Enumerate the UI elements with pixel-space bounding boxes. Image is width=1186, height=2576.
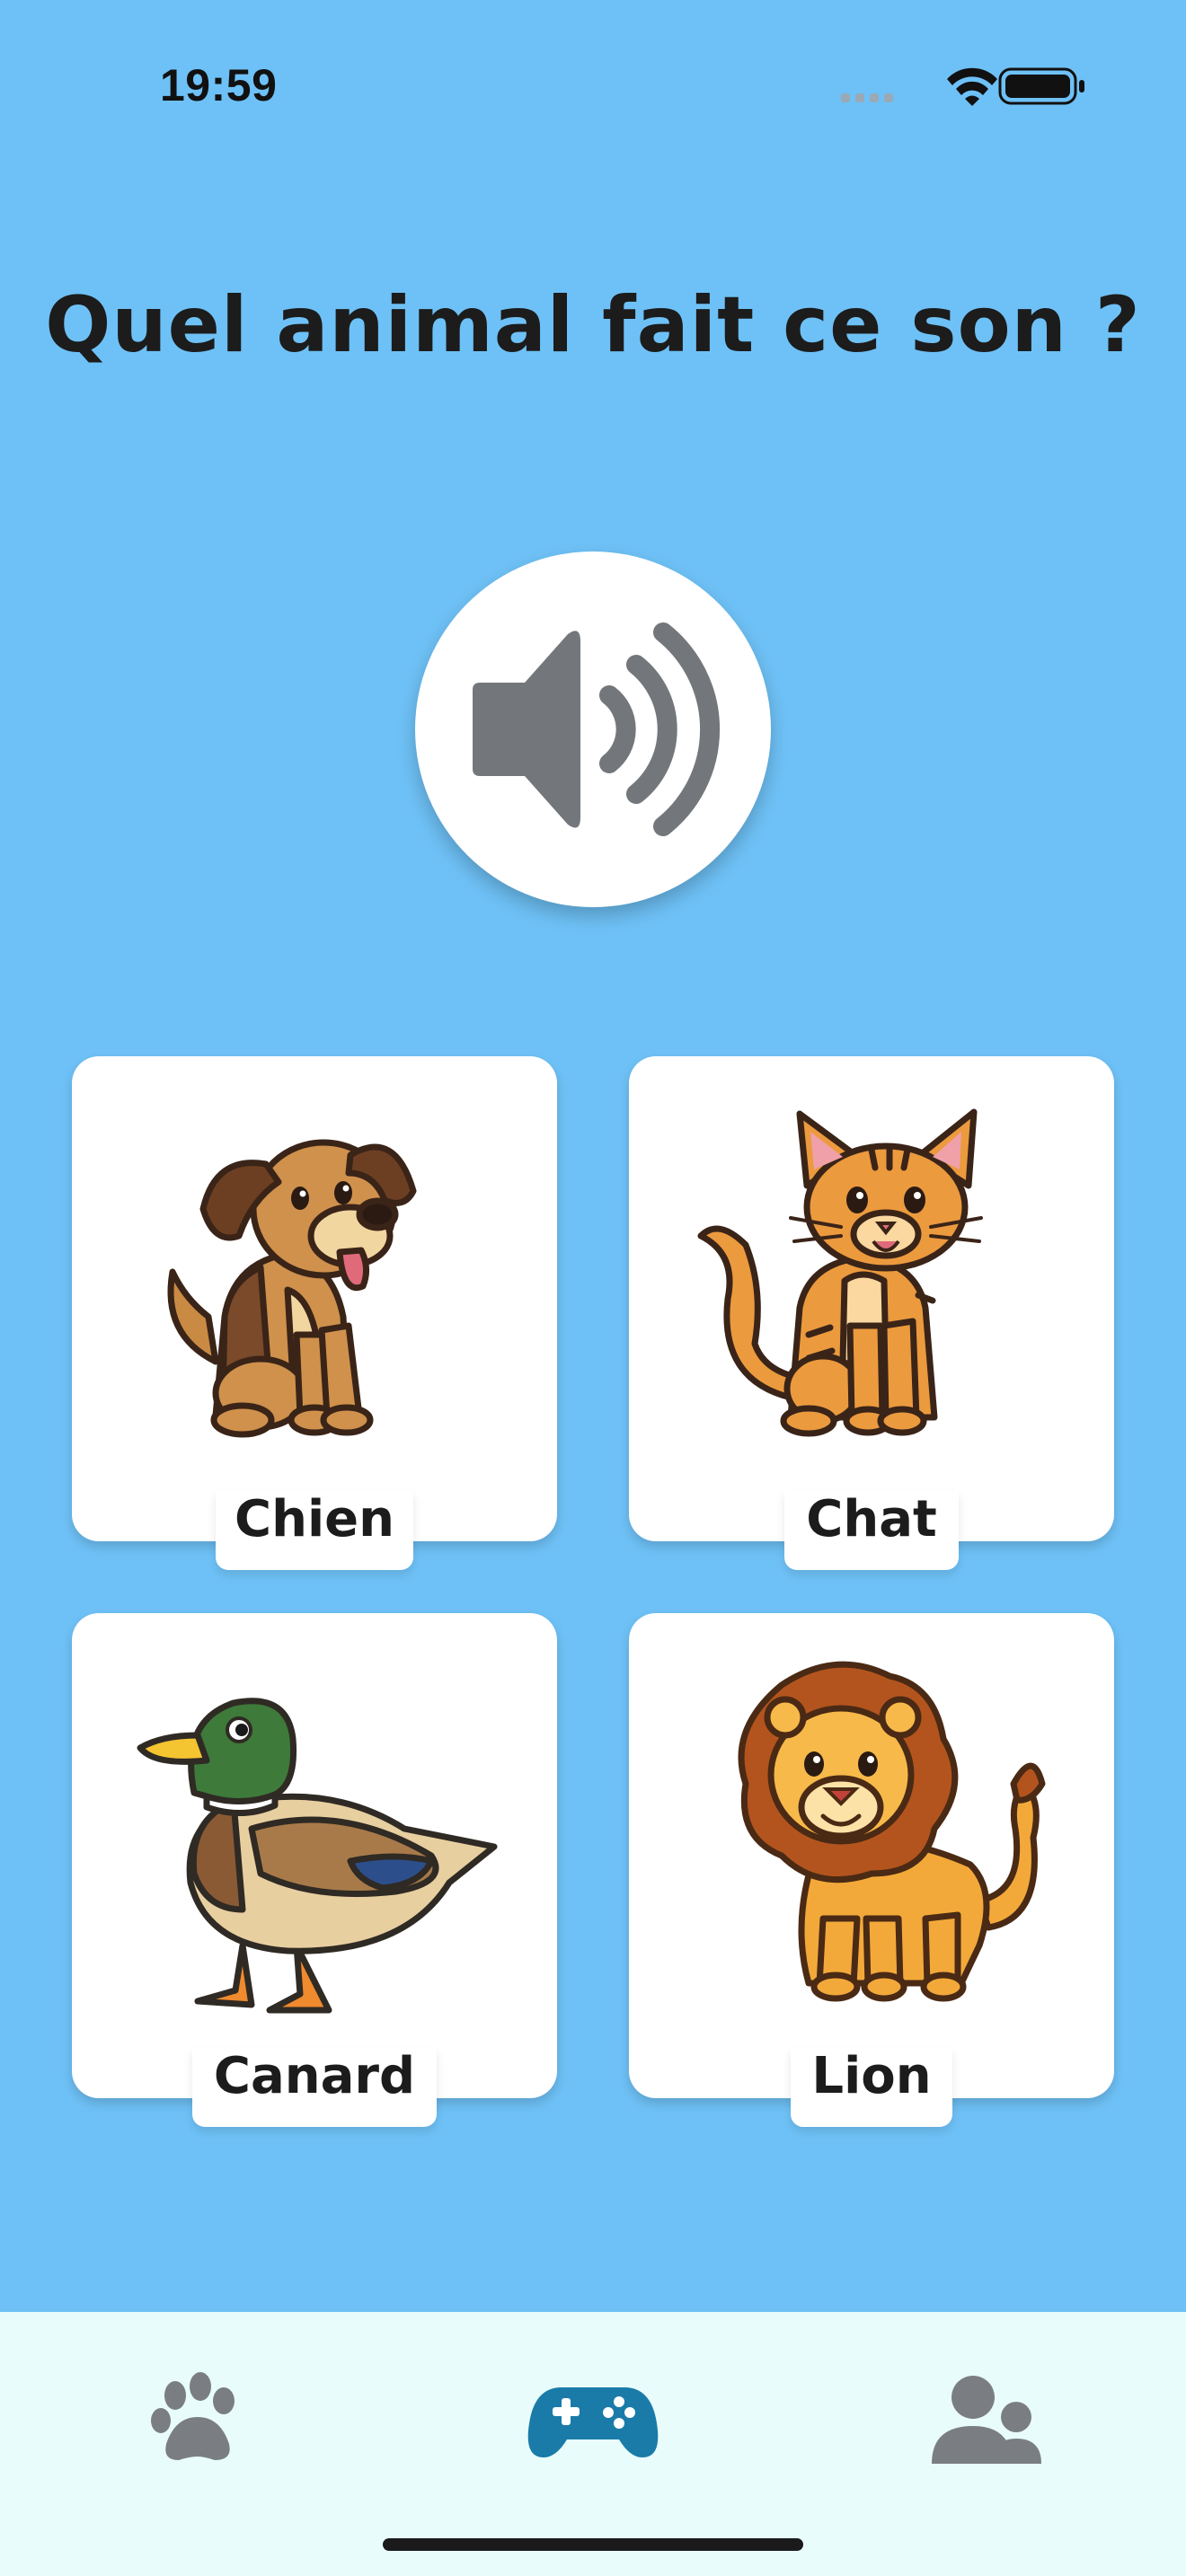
speaker-wave-icon: [473, 622, 721, 836]
status-indicators: [836, 63, 1087, 108]
choice-label: Canard: [213, 2047, 416, 2105]
choice-label-tab-dog: Chien: [216, 1491, 413, 1570]
choice-label: Chien: [234, 1490, 394, 1548]
gamepad-icon: [527, 2387, 659, 2457]
tab-animals[interactable]: [126, 2357, 270, 2483]
choice-card-lion[interactable]: [629, 1613, 1114, 2098]
users-icon: [932, 2376, 1041, 2464]
question-title: Quel animal fait ce son ?: [45, 280, 1141, 370]
play-sound-button[interactable]: [415, 551, 771, 907]
choice-label: Lion: [811, 2047, 932, 2105]
wifi-icon: [947, 67, 997, 106]
duck-illustration: [137, 1698, 498, 2014]
paw-icon: [151, 2372, 235, 2460]
choice-card-cat[interactable]: [629, 1056, 1114, 1541]
tab-profiles[interactable]: [916, 2357, 1060, 2483]
choice-label: Chat: [806, 1490, 937, 1548]
choice-card-dog[interactable]: [72, 1056, 557, 1541]
status-time: 19:59: [160, 60, 278, 110]
choice-label-tab-duck: Canard: [192, 2048, 437, 2127]
choice-card-duck[interactable]: [72, 1613, 557, 2098]
tab-bar: [0, 2312, 1186, 2576]
dog-illustration: [167, 1139, 417, 1438]
lion-illustration: [738, 1661, 1046, 2002]
cat-illustration: [697, 1108, 983, 1437]
tab-game[interactable]: [521, 2357, 665, 2483]
choice-label-tab-lion: Lion: [791, 2048, 952, 2127]
choice-label-tab-cat: Chat: [784, 1491, 959, 1570]
home-indicator: [383, 2538, 803, 2551]
battery-icon: [998, 67, 1084, 105]
cellular-signal-icon: [841, 93, 893, 102]
